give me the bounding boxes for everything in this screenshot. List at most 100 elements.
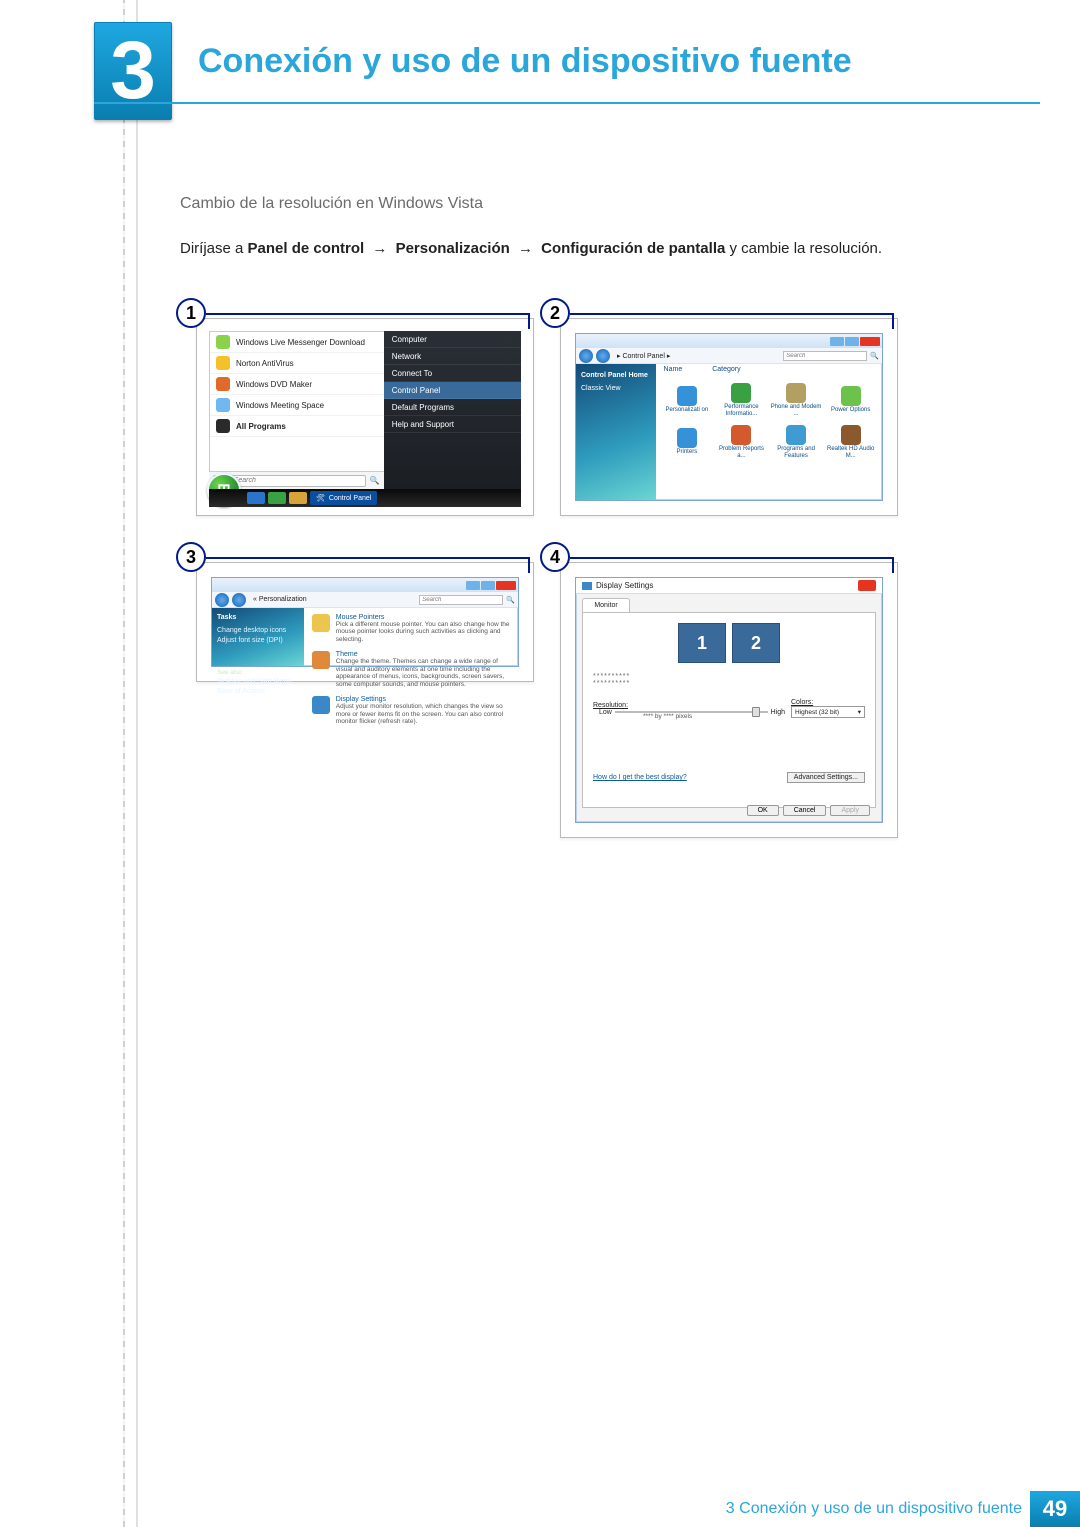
start-menu-item[interactable]: Norton AntiVirus: [210, 353, 384, 374]
callout-leader: [570, 313, 894, 315]
sidebar-link[interactable]: Ease of Access: [217, 686, 299, 696]
cp-item-label: Problem Reports a...: [715, 446, 768, 459]
breadcrumb[interactable]: « Personalization: [249, 596, 311, 603]
cp-item-performance[interactable]: Performance Informatio...: [715, 380, 768, 420]
chevron-right-icon: [216, 419, 230, 433]
help-link[interactable]: How do I get the best display?: [593, 774, 687, 781]
entry-title: Mouse Pointers: [336, 614, 510, 621]
apply-button[interactable]: Apply: [830, 805, 870, 816]
search-input[interactable]: [419, 595, 503, 605]
resolution-label: Resolution:: [593, 702, 791, 709]
search-icon[interactable]: 🔍: [506, 596, 515, 604]
resolution-row: Resolution: Low High Colors: H: [593, 699, 865, 718]
explorer-toolbar: « Personalization 🔍: [212, 592, 518, 608]
close-button[interactable]: [496, 581, 516, 590]
search-icon[interactable]: 🔍: [870, 352, 879, 360]
cp-item-realtek[interactable]: Realtek HD Audio M...: [824, 422, 877, 462]
nav-back-icon[interactable]: [215, 593, 229, 607]
quicklaunch-icon[interactable]: [247, 492, 265, 504]
nav-back-icon[interactable]: [579, 349, 593, 363]
instr-path-2: Personalización: [396, 240, 510, 257]
sidebar-link[interactable]: Taskbar and Start Menu: [217, 676, 299, 686]
page-number-badge: 49: [1030, 1491, 1080, 1527]
sidebar-link[interactable]: Classic View: [581, 383, 651, 393]
slider-thumb[interactable]: [752, 707, 760, 717]
monitor-preview: 1 2: [678, 623, 780, 663]
minimize-button[interactable]: [466, 581, 480, 590]
cp-item-printers[interactable]: Printers: [661, 422, 714, 462]
personalization-window: « Personalization 🔍 Tasks Change desktop…: [207, 573, 523, 671]
cp-item-label: Printers: [677, 449, 698, 455]
start-menu-right-item[interactable]: Connect To: [384, 365, 521, 382]
screenshot-2: 2 ▸ Control Panel ▸ 🔍: [540, 298, 898, 516]
taskbar-app-button[interactable]: 🛠Control Panel: [310, 491, 377, 505]
personalization-entry[interactable]: Mouse Pointers Pick a different mouse po…: [312, 614, 510, 643]
maximize-button[interactable]: [481, 581, 495, 590]
start-menu-right-item-highlighted[interactable]: Control Panel: [384, 382, 521, 399]
start-menu-right-pane: Computer Network Connect To Control Pane…: [384, 331, 521, 489]
resolution-readout: **** by **** pixels: [643, 713, 692, 720]
breadcrumb[interactable]: ▸ Control Panel ▸: [613, 352, 674, 360]
search-icon[interactable]: 🔍: [370, 476, 384, 485]
control-panel-window: ▸ Control Panel ▸ 🔍 Control Panel Home C…: [571, 329, 887, 505]
advanced-settings-button[interactable]: Advanced Settings...: [787, 772, 865, 783]
app-icon: [216, 335, 230, 349]
start-menu-item[interactable]: Windows Meeting Space: [210, 395, 384, 416]
start-menu-right-item[interactable]: Help and Support: [384, 416, 521, 433]
column-header-name[interactable]: Name: [664, 366, 683, 373]
personalization-entry[interactable]: Display Settings Adjust your monitor res…: [312, 696, 510, 725]
cp-item-personalization[interactable]: Personalizati on: [661, 380, 714, 420]
cp-item-phone[interactable]: Phone and Modem ...: [770, 380, 823, 420]
minimize-button[interactable]: [830, 337, 844, 346]
search-input[interactable]: [783, 351, 867, 361]
nav-forward-icon[interactable]: [596, 349, 610, 363]
callout-leader: [570, 557, 894, 559]
start-menu-all-programs[interactable]: All Programs: [210, 416, 384, 437]
tab-monitor[interactable]: Monitor: [582, 598, 630, 612]
chapter-number-badge: 3: [94, 22, 172, 120]
start-menu-right-item[interactable]: Computer: [384, 331, 521, 348]
cp-item-programs[interactable]: Programs and Features: [770, 422, 823, 462]
colors-dropdown[interactable]: Highest (32 bit) ▾: [791, 706, 865, 718]
entry-title: Display Settings: [336, 696, 510, 703]
monitor-name-placeholder: ********************: [593, 673, 630, 687]
cp-item-power[interactable]: Power Options: [824, 380, 877, 420]
flag-icon: [731, 425, 751, 445]
sidebar-link[interactable]: Change desktop icons: [217, 625, 299, 635]
monitor-1[interactable]: 1: [678, 623, 726, 663]
cp-item-problem-reports[interactable]: Problem Reports a...: [715, 422, 768, 462]
start-menu-right-item[interactable]: Network: [384, 348, 521, 365]
close-button[interactable]: [858, 580, 876, 591]
sidebar-link[interactable]: Control Panel Home: [581, 370, 651, 380]
personalization-entry[interactable]: Theme Change the theme. Themes can chang…: [312, 651, 510, 688]
quicklaunch-icon[interactable]: [289, 492, 307, 504]
taskbar: 🛠Control Panel: [209, 489, 521, 507]
footer-caption: 3 Conexión y uso de un dispositivo fuent…: [726, 1500, 1022, 1518]
cancel-button[interactable]: Cancel: [783, 805, 827, 816]
monitor-2[interactable]: 2: [732, 623, 780, 663]
screenshot-3: 3 « Personalization 🔍: [176, 542, 534, 762]
sidebar-link[interactable]: Adjust font size (DPI): [217, 635, 299, 645]
step-callout-3: 3: [176, 542, 206, 572]
quicklaunch-icon[interactable]: [268, 492, 286, 504]
maximize-button[interactable]: [845, 337, 859, 346]
screenshot-1: 1 Windows Live Messenger Download Norton…: [176, 298, 534, 516]
start-menu-item[interactable]: Windows Live Messenger Download: [210, 332, 384, 353]
page-side-rule-inner: [136, 0, 138, 1527]
entry-description: Pick a different mouse pointer. You can …: [336, 621, 510, 643]
step-callout-4: 4: [540, 542, 570, 572]
start-menu-right-item[interactable]: Default Programs: [384, 399, 521, 416]
personalization-icon: [677, 386, 697, 406]
nav-forward-icon[interactable]: [232, 593, 246, 607]
cp-item-label: Power Options: [831, 407, 870, 413]
slider-low-label: Low: [599, 709, 612, 716]
start-menu-item[interactable]: Windows DVD Maker: [210, 374, 384, 395]
dialog-panel: 1 2 ******************** Resolution: Low…: [582, 612, 876, 808]
ok-button[interactable]: OK: [747, 805, 779, 816]
screenshot-frame: Windows Live Messenger Download Norton A…: [196, 318, 534, 516]
arrow-icon: →: [514, 240, 537, 257]
taskbar-app-label: Control Panel: [329, 495, 371, 502]
close-button[interactable]: [860, 337, 880, 346]
column-header-category[interactable]: Category: [712, 366, 740, 373]
personalization-sidebar: Tasks Change desktop icons Adjust font s…: [212, 608, 304, 666]
